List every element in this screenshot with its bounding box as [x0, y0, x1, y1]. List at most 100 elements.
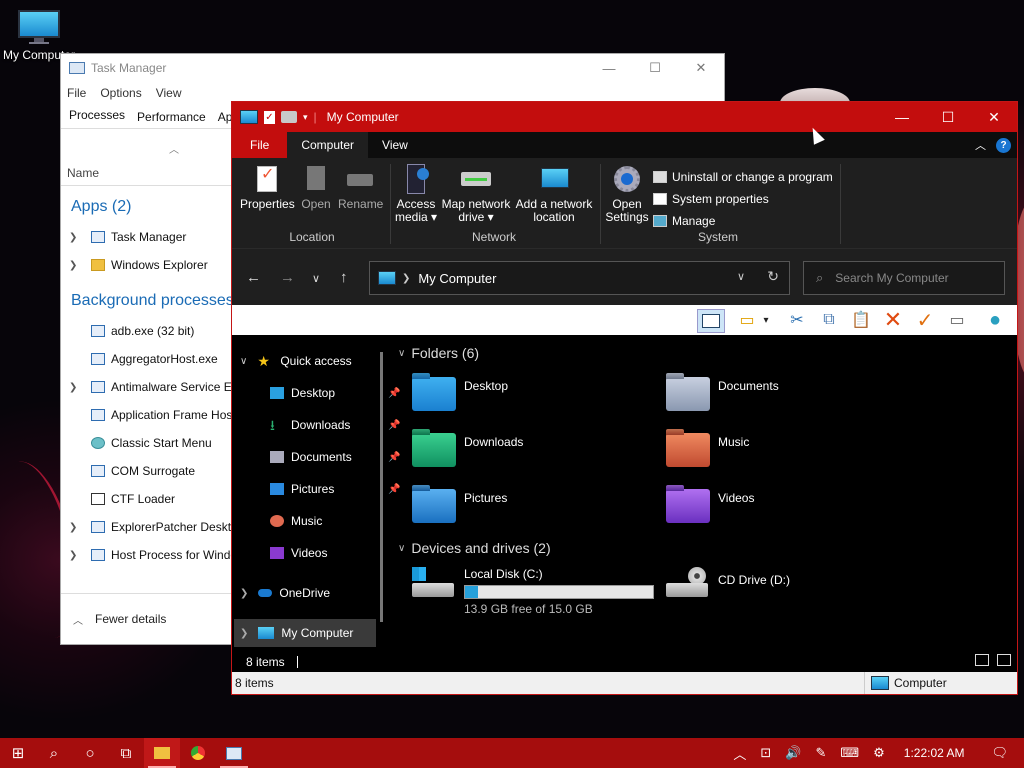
- access-media-button[interactable]: Access media ▾: [394, 164, 438, 224]
- section-folders[interactable]: ∨ Folders (6): [398, 345, 479, 361]
- manage-button[interactable]: Manage: [653, 214, 715, 228]
- process-row[interactable]: COM Surrogate: [69, 458, 195, 484]
- tab-view[interactable]: View: [368, 132, 422, 158]
- search-icon[interactable]: ⌕: [36, 738, 72, 768]
- collapse-ribbon-icon[interactable]: ︿: [975, 137, 986, 153]
- chrome-taskbar-icon[interactable]: [180, 738, 216, 768]
- clock[interactable]: 1:22:02 AM: [904, 746, 965, 760]
- preview-pane-icon[interactable]: [697, 309, 725, 333]
- expand-icon[interactable]: ❯: [69, 382, 87, 393]
- chevron-down-icon[interactable]: ∨: [398, 348, 405, 359]
- menu-view[interactable]: View: [156, 86, 182, 100]
- system-properties-button[interactable]: System properties: [653, 192, 769, 206]
- maximize-button[interactable]: ☐: [632, 54, 678, 82]
- process-row[interactable]: ❯ Antimalware Service Ex: [69, 374, 238, 400]
- volume-icon[interactable]: 🔊: [785, 745, 801, 761]
- nav-onedrive[interactable]: ❯ OneDrive: [240, 579, 330, 607]
- address-bar[interactable]: ❯ My Computer ∨ ↻: [369, 261, 790, 295]
- settings-gear-icon[interactable]: ⚙: [873, 745, 885, 761]
- cut-icon[interactable]: ✂: [784, 309, 810, 331]
- process-row[interactable]: Application Frame Hos: [69, 402, 232, 428]
- tab-computer[interactable]: Computer: [287, 132, 369, 158]
- forward-arrow-icon[interactable]: →: [280, 269, 295, 286]
- minimize-button[interactable]: —: [586, 54, 632, 82]
- chevron-down-icon[interactable]: ∨: [737, 270, 745, 283]
- file-explorer-taskbar-icon[interactable]: [144, 738, 180, 768]
- minimize-button[interactable]: —: [879, 102, 925, 132]
- details-view-icon[interactable]: [975, 654, 989, 666]
- process-row[interactable]: AggregatorHost.exe: [69, 346, 218, 372]
- process-row[interactable]: Classic Start Menu: [69, 430, 212, 456]
- new-folder-quick-icon[interactable]: [281, 111, 297, 123]
- folder-desktop[interactable]: Desktop: [412, 377, 508, 411]
- nav-my-computer[interactable]: ❯ My Computer: [234, 619, 376, 647]
- process-row[interactable]: ❯ Windows Explorer: [69, 252, 208, 278]
- menu-file[interactable]: File: [67, 86, 86, 100]
- network-icon[interactable]: ⊡: [760, 745, 771, 761]
- rename-button[interactable]: Rename: [338, 164, 383, 211]
- help-icon[interactable]: ?: [996, 137, 1011, 153]
- section-devices[interactable]: ∨ Devices and drives (2): [398, 540, 551, 556]
- process-row[interactable]: ❯ Task Manager: [69, 224, 186, 250]
- nav-scrollbar[interactable]: [380, 352, 383, 622]
- uninstall-program-button[interactable]: Uninstall or change a program: [653, 170, 833, 184]
- recent-locations-icon[interactable]: ∨: [312, 272, 320, 285]
- nav-desktop[interactable]: Desktop 📌: [270, 379, 400, 407]
- nav-pictures[interactable]: Pictures 📌: [270, 475, 400, 503]
- open-settings-button[interactable]: Open Settings: [604, 164, 650, 224]
- process-row[interactable]: adb.exe (32 bit): [69, 318, 194, 344]
- process-row[interactable]: CTF Loader: [69, 486, 175, 512]
- start-windows-icon[interactable]: ⊞: [0, 738, 36, 768]
- dropdown-arrow-icon[interactable]: ▾: [760, 309, 772, 331]
- shell-icon[interactable]: ●: [982, 309, 1008, 331]
- back-arrow-icon[interactable]: ←: [246, 269, 261, 286]
- expand-icon[interactable]: ❯: [69, 260, 87, 271]
- column-header-name[interactable]: Name: [67, 166, 99, 180]
- tab-performance[interactable]: Performance: [131, 110, 212, 128]
- search-box[interactable]: ⌕: [803, 261, 1005, 295]
- folder-downloads[interactable]: Downloads: [412, 433, 523, 467]
- nav-music[interactable]: Music: [270, 507, 322, 535]
- chevron-down-icon[interactable]: ∨: [398, 543, 405, 554]
- rename-icon[interactable]: ▭: [944, 309, 970, 331]
- expand-icon[interactable]: ❯: [69, 522, 87, 533]
- nav-quick-access[interactable]: ∨ ★ Quick access: [240, 347, 352, 375]
- notifications-icon[interactable]: 🗨: [991, 745, 1008, 761]
- task-manager-titlebar[interactable]: Task Manager — ☐ ✕: [61, 54, 724, 82]
- add-network-location-button[interactable]: Add a network location: [514, 164, 594, 224]
- folder-pictures[interactable]: Pictures: [412, 489, 507, 523]
- process-row[interactable]: ❯ ExplorerPatcher Deskto: [69, 514, 238, 540]
- expand-icon[interactable]: ❯: [69, 550, 87, 561]
- refresh-icon[interactable]: ↻: [767, 268, 779, 285]
- up-arrow-icon[interactable]: ↑: [340, 269, 348, 286]
- drive-local-c[interactable]: Local Disk (C:) 13.9 GB free of 15.0 GB: [412, 567, 654, 616]
- task-manager-taskbar-icon[interactable]: [216, 738, 252, 768]
- map-network-drive-button[interactable]: Map network drive ▾: [440, 164, 512, 224]
- customize-quick-access-icon[interactable]: ▾: [303, 112, 308, 123]
- maximize-button[interactable]: ☐: [925, 102, 971, 132]
- copy-icon[interactable]: ⧉: [816, 309, 842, 331]
- cortana-icon[interactable]: ○: [72, 738, 108, 768]
- nav-documents[interactable]: Documents 📌: [270, 443, 400, 471]
- search-input[interactable]: [833, 270, 988, 286]
- drive-cd-d[interactable]: CD Drive (D:): [666, 567, 790, 599]
- delete-icon[interactable]: ✕: [880, 307, 906, 332]
- process-row[interactable]: ❯ Host Process for Windo: [69, 542, 237, 568]
- open-button[interactable]: Open: [298, 164, 334, 211]
- checkmark-icon[interactable]: ✓: [912, 309, 938, 332]
- nav-videos[interactable]: Videos: [270, 539, 327, 567]
- properties-quick-icon[interactable]: ✓: [264, 110, 275, 124]
- large-icons-view-icon[interactable]: [997, 654, 1011, 666]
- properties-button[interactable]: ✓ Properties: [240, 164, 295, 211]
- select-folder-icon[interactable]: ▭: [734, 309, 760, 331]
- nav-downloads[interactable]: ⭳ Downloads 📌: [270, 411, 400, 439]
- pen-icon[interactable]: ✎: [815, 745, 826, 761]
- breadcrumb-chevron-icon[interactable]: ❯: [402, 273, 410, 284]
- chevron-up-icon[interactable]: ︿: [73, 612, 83, 627]
- folder-videos[interactable]: Videos: [666, 489, 754, 523]
- sort-up-icon[interactable]: ︿: [169, 141, 179, 156]
- close-button[interactable]: ✕: [678, 54, 724, 82]
- folder-music[interactable]: Music: [666, 433, 749, 467]
- close-button[interactable]: ✕: [971, 102, 1017, 132]
- expand-icon[interactable]: ❯: [69, 232, 87, 243]
